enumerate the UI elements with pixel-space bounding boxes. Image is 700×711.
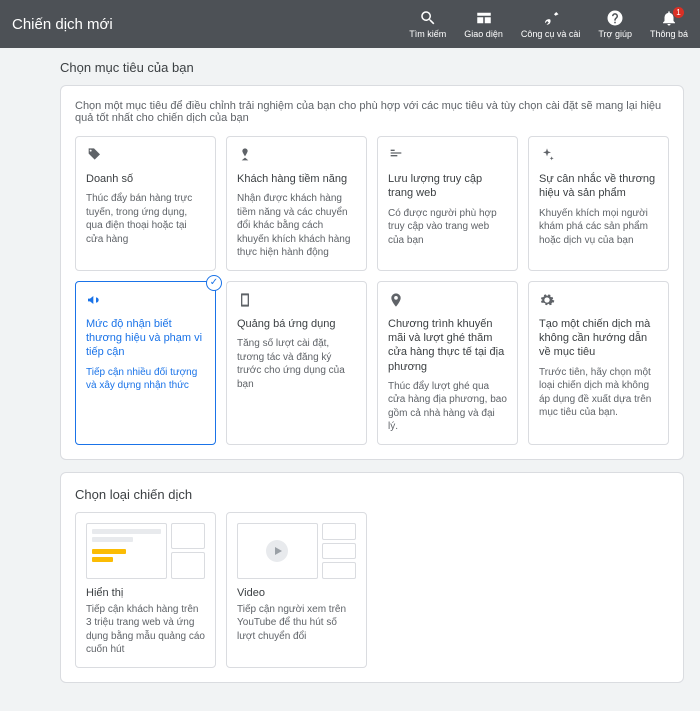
phone-icon [237, 292, 356, 311]
check-icon: ✓ [206, 275, 222, 291]
wrench-icon [542, 9, 560, 27]
objective-tile-nogoal[interactable]: Tạo một chiến dịch mà không cần hướng dẫ… [528, 281, 669, 445]
megaphone-icon [86, 292, 205, 311]
leads-icon [237, 147, 356, 166]
page-title: Chiến dịch mới [12, 16, 113, 33]
objective-intro: Chọn một mục tiêu để điều chỉnh trải ngh… [75, 100, 669, 124]
campaign-type-card: Chọn loại chiến dịch Hiển thị Tiếp cận k… [60, 472, 684, 683]
campaign-type-display[interactable]: Hiển thị Tiếp cận khách hàng trên 3 triệ… [75, 512, 216, 668]
objective-tile-leads[interactable]: Khách hàng tiềm năng Nhận được khách hàn… [226, 136, 367, 271]
sparkle-icon [539, 147, 658, 166]
nav-search[interactable]: Tìm kiếm [409, 9, 446, 39]
nav-tools[interactable]: Công cụ và cài [521, 9, 581, 39]
gear-icon [539, 292, 658, 311]
help-icon [606, 9, 624, 27]
nav-appearance[interactable]: Giao diện [464, 9, 503, 39]
objective-section-title: Chọn mục tiêu của bạn [60, 60, 684, 75]
objective-tile-traffic[interactable]: Lưu lượng truy cập trang web Có được ngư… [377, 136, 518, 271]
objective-tile-awareness[interactable]: ✓ Mức độ nhận biết thương hiệu và phạm v… [75, 281, 216, 445]
objective-tile-consideration[interactable]: Sự cân nhắc về thương hiệu và sản phẩm K… [528, 136, 669, 271]
tag-icon [86, 147, 205, 166]
topbar-nav: Tìm kiếm Giao diện Công cụ và cài Trợ gi… [409, 9, 688, 39]
objective-tile-app[interactable]: Quảng bá ứng dụng Tăng số lượt cài đặt, … [226, 281, 367, 445]
nav-help[interactable]: Trợ giúp [598, 9, 632, 39]
appearance-icon [475, 9, 493, 27]
nav-notifications[interactable]: 1 Thông bá [650, 9, 688, 39]
pin-icon [388, 292, 507, 311]
video-thumb [237, 523, 356, 579]
objective-tile-sales[interactable]: Doanh số Thúc đẩy bán hàng trực tuyến, t… [75, 136, 216, 271]
play-icon [266, 540, 288, 562]
top-bar: Chiến dịch mới Tìm kiếm Giao diện Công c… [0, 0, 700, 48]
notification-badge: 1 [673, 7, 684, 18]
traffic-icon [388, 147, 507, 166]
objective-tile-local[interactable]: Chương trình khuyến mãi và lượt ghé thăm… [377, 281, 518, 445]
campaign-type-video[interactable]: Video Tiếp cận người xem trên YouTube để… [226, 512, 367, 668]
search-icon [419, 9, 437, 27]
display-thumb [86, 523, 205, 579]
objective-card: Chọn một mục tiêu để điều chỉnh trải ngh… [60, 85, 684, 460]
